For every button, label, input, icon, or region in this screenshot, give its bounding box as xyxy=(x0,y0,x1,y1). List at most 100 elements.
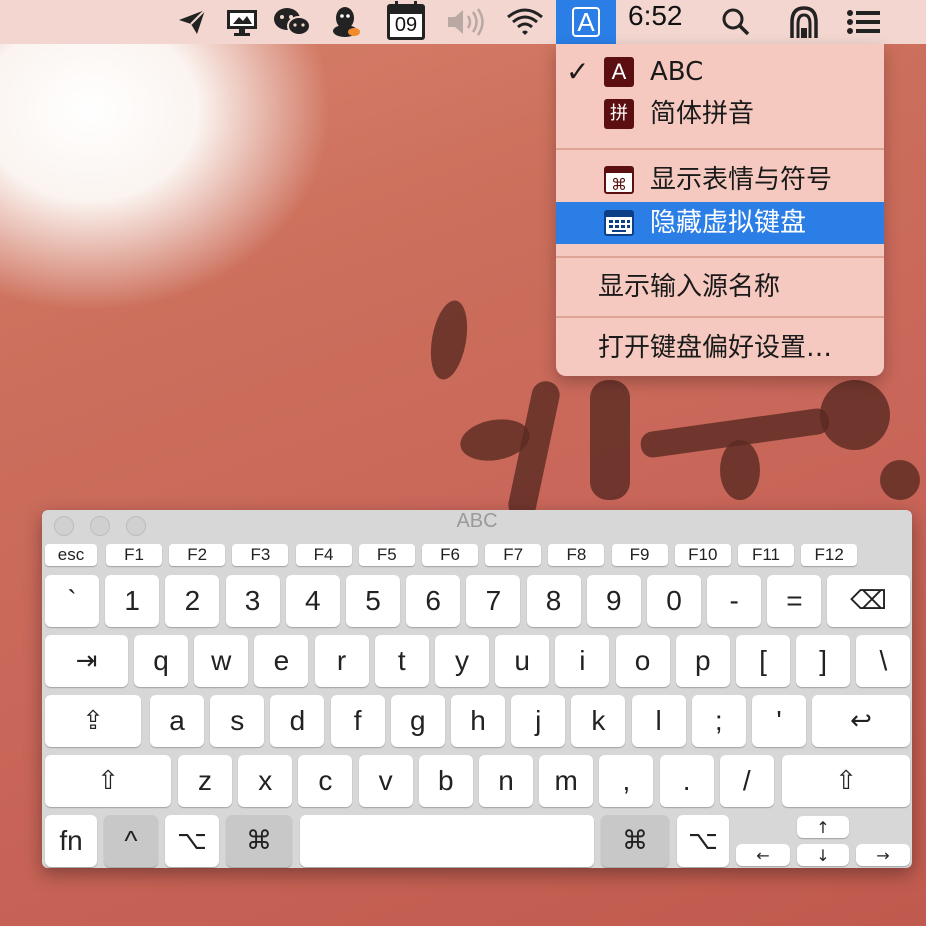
menu-item-keyboard-preferences[interactable]: 打开键盘偏好设置… xyxy=(556,327,884,369)
key-row4-4[interactable]: v xyxy=(358,755,413,807)
key-row2-13[interactable]: \ xyxy=(856,635,911,687)
menu-item-pinyin[interactable]: 拼 简体拼音 xyxy=(556,93,884,135)
paper-plane-icon[interactable] xyxy=(172,0,212,44)
key-f8[interactable]: F8 xyxy=(548,544,605,566)
menu-item-abc[interactable]: ✓ A ABC xyxy=(556,51,884,93)
calendar-icon[interactable]: 09 xyxy=(384,0,428,44)
clock[interactable]: 6:52 xyxy=(628,0,683,44)
key-command-right[interactable]: ⌘ xyxy=(601,815,669,867)
key-f12[interactable]: F12 xyxy=(801,544,858,566)
siri-icon[interactable] xyxy=(782,0,826,44)
key-row3-6[interactable]: h xyxy=(451,695,505,747)
key-row2-10[interactable]: p xyxy=(675,635,730,687)
key-row1-8[interactable]: 8 xyxy=(526,575,581,627)
key-row3-11[interactable]: ' xyxy=(752,695,806,747)
key-command-left[interactable]: ⌘ xyxy=(226,815,292,867)
key-f11[interactable]: F11 xyxy=(738,544,794,566)
key-row1-4[interactable]: 4 xyxy=(285,575,340,627)
key-row2-5[interactable]: t xyxy=(374,635,429,687)
input-source-menu: ✓ A ABC 拼 简体拼音 ⌘ 显示表情与符号 隐藏虚拟键盘 显示输入源名称 … xyxy=(556,44,884,376)
key-f1[interactable]: F1 xyxy=(106,544,162,566)
keyboard-viewer-window: ABC esc F1 F2 F3 F4 F5 F6 F7 F8 F9 F10 F11 F12 ` 1 2 3 4 5… xyxy=(42,510,912,868)
keyboard-viewer-icon xyxy=(604,208,634,238)
key-row4-9[interactable]: . xyxy=(659,755,714,807)
wechat-icon[interactable] xyxy=(270,0,314,44)
key-f5[interactable]: F5 xyxy=(358,544,415,566)
key-row2-7[interactable]: u xyxy=(495,635,550,687)
key-control[interactable]: ^ xyxy=(104,815,158,867)
key-delete[interactable]: ⌫ xyxy=(827,575,910,627)
menu-item-show-input-name[interactable]: 显示输入源名称 xyxy=(556,266,884,308)
key-row1-3[interactable]: 3 xyxy=(225,575,280,627)
remote-desktop-icon[interactable] xyxy=(222,0,262,44)
key-row1-1[interactable]: 1 xyxy=(105,575,160,627)
key-row1-9[interactable]: 9 xyxy=(586,575,641,627)
key-row4-5[interactable]: b xyxy=(418,755,473,807)
key-row3-2[interactable]: s xyxy=(210,695,265,747)
wifi-icon[interactable] xyxy=(502,0,548,44)
key-row3-5[interactable]: g xyxy=(390,695,445,747)
key-row2-1[interactable]: q xyxy=(134,635,188,687)
key-space[interactable] xyxy=(300,815,594,867)
input-source-menu-button[interactable]: A xyxy=(556,0,616,44)
key-row4-1[interactable]: z xyxy=(178,755,232,807)
key-row4-10[interactable]: / xyxy=(719,755,774,807)
key-row4-3[interactable]: c xyxy=(298,755,353,807)
key-f4[interactable]: F4 xyxy=(295,544,352,566)
key-tab[interactable]: ⇥ xyxy=(45,635,128,687)
key-row3-10[interactable]: ; xyxy=(691,695,746,747)
key-shift-left[interactable]: ⇧ xyxy=(45,755,171,807)
checkmark-icon: ✓ xyxy=(566,55,590,88)
key-arrow-up[interactable]: ↑ xyxy=(797,816,849,838)
key-row1-7[interactable]: 7 xyxy=(466,575,521,627)
qq-icon[interactable] xyxy=(326,0,366,44)
menu-item-show-emoji[interactable]: ⌘ 显示表情与符号 xyxy=(556,159,884,201)
key-row3-1[interactable]: a xyxy=(150,695,204,747)
window-title: ABC xyxy=(456,510,498,532)
menu-item-hide-keyboard[interactable]: 隐藏虚拟键盘 xyxy=(556,202,884,244)
search-icon[interactable] xyxy=(716,0,756,44)
key-row2-2[interactable]: w xyxy=(194,635,249,687)
key-f10[interactable]: F10 xyxy=(674,544,731,566)
key-row1-5[interactable]: 5 xyxy=(346,575,400,627)
key-row1-6[interactable]: 6 xyxy=(406,575,461,627)
key-row1-2[interactable]: 2 xyxy=(165,575,220,627)
key-row1-10[interactable]: 0 xyxy=(647,575,701,627)
key-row2-4[interactable]: r xyxy=(314,635,369,687)
key-row1-12[interactable]: = xyxy=(767,575,822,627)
key-arrow-left[interactable]: ← xyxy=(736,844,790,866)
key-row3-9[interactable]: l xyxy=(631,695,686,747)
key-row1-0[interactable]: ` xyxy=(45,575,99,627)
key-return[interactable]: ↩ xyxy=(812,695,910,747)
key-row2-6[interactable]: y xyxy=(435,635,489,687)
volume-icon[interactable] xyxy=(444,0,490,44)
key-f6[interactable]: F6 xyxy=(422,544,478,566)
key-row3-3[interactable]: d xyxy=(270,695,325,747)
key-esc[interactable]: esc xyxy=(45,544,97,566)
key-row1-11[interactable]: - xyxy=(707,575,762,627)
key-row2-8[interactable]: i xyxy=(555,635,610,687)
key-f2[interactable]: F2 xyxy=(169,544,226,566)
notification-list-icon[interactable] xyxy=(842,0,886,44)
key-row2-3[interactable]: e xyxy=(254,635,309,687)
key-row3-7[interactable]: j xyxy=(511,695,566,747)
key-row2-12[interactable]: ] xyxy=(796,635,851,687)
key-shift-right[interactable]: ⇧ xyxy=(782,755,910,807)
key-row2-9[interactable]: o xyxy=(615,635,670,687)
key-row4-8[interactable]: , xyxy=(599,755,654,807)
key-row4-7[interactable]: m xyxy=(539,755,594,807)
key-arrow-right[interactable]: → xyxy=(856,844,910,866)
key-row3-8[interactable]: k xyxy=(571,695,626,747)
key-f7[interactable]: F7 xyxy=(485,544,542,566)
key-fn[interactable]: fn xyxy=(45,815,97,867)
key-option-right[interactable]: ⌥ xyxy=(677,815,729,867)
key-row3-4[interactable]: f xyxy=(330,695,385,747)
key-row4-2[interactable]: x xyxy=(238,755,293,807)
key-f3[interactable]: F3 xyxy=(232,544,289,566)
key-arrow-down[interactable]: ↓ xyxy=(797,844,849,866)
key-caps-lock[interactable]: ⇪ xyxy=(45,695,141,747)
key-option-left[interactable]: ⌥ xyxy=(165,815,219,867)
key-row4-6[interactable]: n xyxy=(479,755,533,807)
key-row2-11[interactable]: [ xyxy=(736,635,790,687)
key-f9[interactable]: F9 xyxy=(611,544,668,566)
